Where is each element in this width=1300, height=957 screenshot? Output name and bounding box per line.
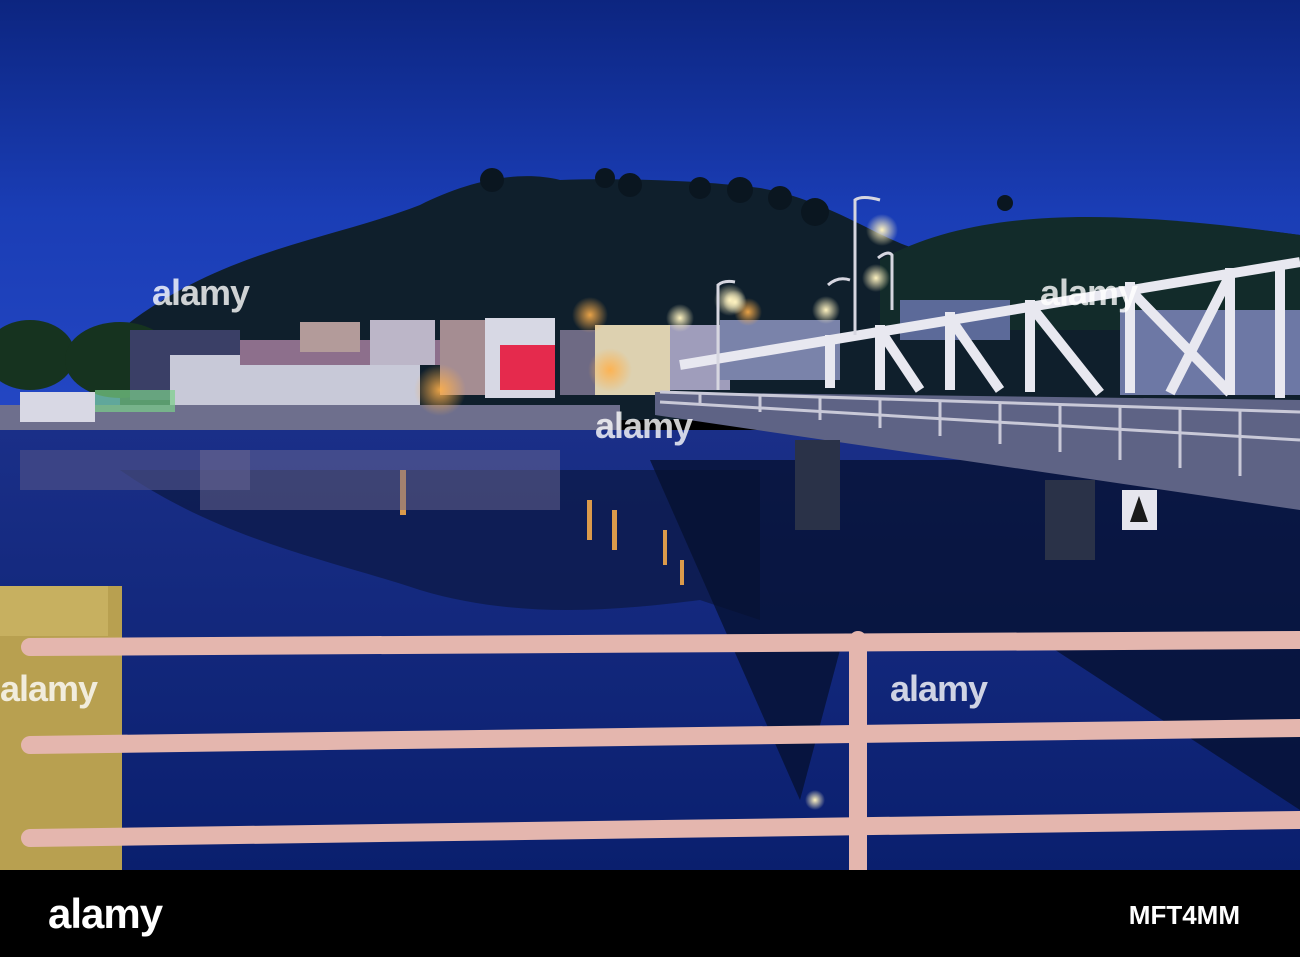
watermark: alamy	[595, 405, 693, 446]
bridge-pier	[795, 440, 840, 530]
watermark: alamy	[1040, 272, 1138, 313]
bridge-pier-2	[1045, 480, 1095, 560]
image-id: MFT4MM	[1128, 900, 1240, 930]
photo: alamy alamy alamy alamy alamy	[0, 0, 1300, 870]
footer-bar: alamy MFT4MM	[0, 870, 1300, 957]
building-reflection-right	[200, 450, 560, 510]
watermark: alamy	[0, 668, 98, 709]
kiosk	[20, 392, 95, 422]
watermark: alamy	[152, 272, 250, 313]
watermark: alamy	[890, 668, 988, 709]
market-stall	[95, 390, 175, 412]
alamy-logo: alamy	[48, 890, 163, 937]
